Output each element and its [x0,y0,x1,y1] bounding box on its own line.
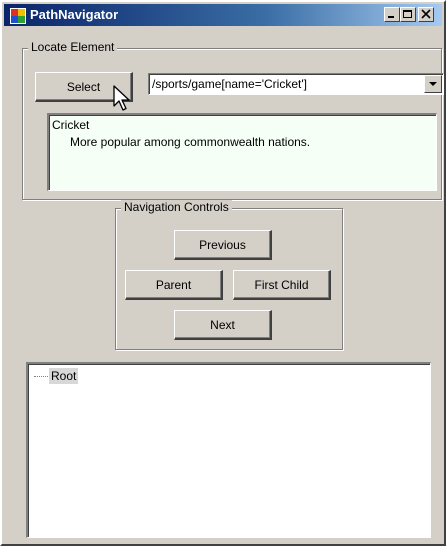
main-window: PathNavigator Locate Element Select /spo… [0,0,446,546]
tree-node-label: Root [49,368,79,384]
element-name: Cricket [52,118,90,132]
maximize-icon [403,10,412,18]
next-button[interactable]: Next [174,310,272,340]
navigation-controls-legend: Navigation Controls [121,200,232,214]
previous-button[interactable]: Previous [174,230,272,260]
minimize-button[interactable] [384,7,400,22]
xpath-value: /sports/game[name='Cricket'] [152,77,307,91]
minimize-icon [388,16,394,18]
dropdown-button[interactable] [424,75,442,93]
app-icon [10,8,26,24]
close-button[interactable] [418,7,434,22]
locate-element-legend: Locate Element [28,40,118,54]
chevron-down-icon [429,82,437,86]
element-details-box: Cricket More popular among commonwealth … [47,113,437,191]
parent-button[interactable]: Parent [125,270,223,300]
mouse-pointer-icon [113,85,130,111]
tree-connector [34,376,48,377]
maximize-button[interactable] [400,7,416,22]
xpath-combobox[interactable]: /sports/game[name='Cricket'] [148,73,444,95]
element-description: More popular among commonwealth nations. [70,135,311,149]
tree-view[interactable]: Root [26,362,431,538]
title-bar[interactable]: PathNavigator [4,4,442,26]
window-title: PathNavigator [30,7,119,22]
close-icon [421,9,431,19]
first-child-button[interactable]: First Child [233,270,331,300]
